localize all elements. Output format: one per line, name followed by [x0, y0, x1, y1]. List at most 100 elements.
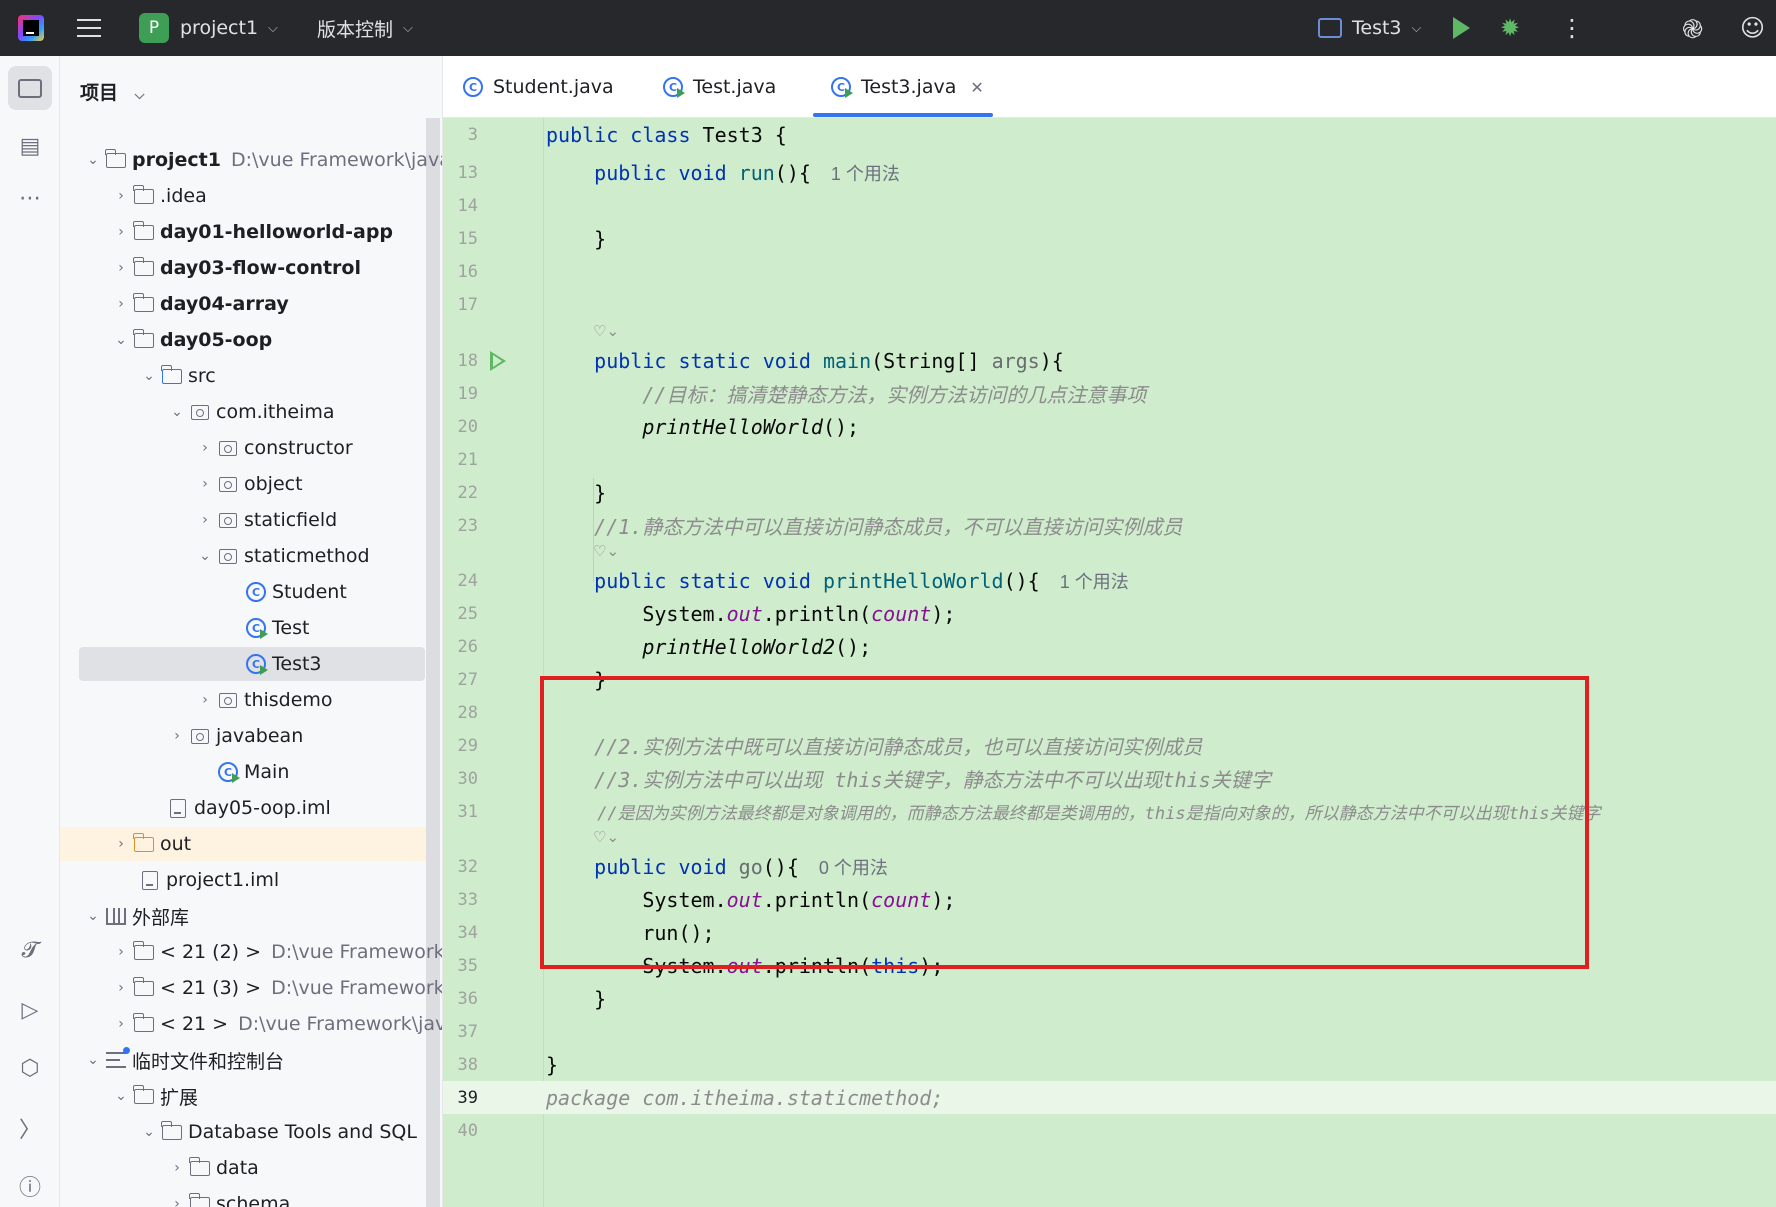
- tree-item-main[interactable]: C Main: [60, 755, 426, 789]
- tree-item-jdk-21-2[interactable]: › < 21 (2) > D:\vue Framework\ja: [60, 935, 442, 969]
- scratches-icon: [104, 1047, 130, 1070]
- tree-item-day01[interactable]: › day01-helloworld-app: [60, 215, 426, 249]
- tree-item-project1-iml[interactable]: project1.iml: [60, 863, 426, 897]
- tree-item-thisdemo[interactable]: › thisdemo: [60, 683, 426, 717]
- tree-item-object[interactable]: › object: [60, 467, 426, 501]
- tree-item-test3[interactable]: C Test3: [79, 647, 425, 681]
- project-tool-button[interactable]: [8, 66, 52, 110]
- more-tools-button[interactable]: ⋯: [8, 176, 52, 220]
- code-text: }: [546, 1052, 559, 1077]
- chevron-right-icon: ›: [202, 476, 208, 492]
- tree-item-path: D:\vue Framework\ja: [271, 977, 443, 999]
- code-line: 38 }: [443, 1048, 1776, 1081]
- vcs-menu[interactable]: 版本控制 ⌵: [317, 0, 413, 56]
- code-text: //目标：搞清楚静态方法，实例方法访问的几点注意事项: [546, 379, 1146, 408]
- line-number: 20: [457, 416, 478, 437]
- tree-item-day04[interactable]: › day04-array: [60, 287, 426, 321]
- chevron-down-icon: ⌄: [171, 404, 183, 420]
- tree-item-label: day01-helloworld-app: [160, 221, 394, 243]
- tree-item-staticfield[interactable]: › staticfield: [60, 503, 426, 537]
- tree-item-label: < 21 >: [160, 1013, 229, 1035]
- terminal-tool-button[interactable]: 〉: [8, 1106, 52, 1150]
- gutter-run-icon[interactable]: [490, 351, 506, 371]
- code-text: System.out.println(count);: [546, 601, 956, 626]
- usage-hint[interactable]: 1 个用法: [1060, 572, 1129, 592]
- file-icon: [166, 798, 190, 818]
- tree-item-schema[interactable]: › schema: [60, 1187, 426, 1207]
- code-line: 17: [443, 288, 1776, 321]
- panel-scrollbar[interactable]: [426, 118, 440, 1207]
- tree-item-external-libraries[interactable]: ⌄ 外部库: [60, 899, 426, 933]
- code-line: 26 printHelloWorld2();: [443, 630, 1776, 663]
- more-actions-button[interactable]: ⋮: [1560, 0, 1584, 56]
- tree-item-jdk-21[interactable]: › < 21 > D:\vue Framework\java\: [60, 1007, 442, 1041]
- tree-item-out[interactable]: › out: [60, 827, 426, 861]
- build-tool-button[interactable]: 𝓣: [8, 928, 52, 972]
- structure-tool-button[interactable]: ▤: [8, 124, 52, 168]
- code-line: 16: [443, 255, 1776, 288]
- line-number: 15: [457, 228, 478, 249]
- tree-item-label: .idea: [160, 185, 207, 207]
- module-folder-icon: [104, 148, 128, 170]
- problems-tool-button[interactable]: ⓘ: [8, 1164, 52, 1207]
- chevron-right-icon: ›: [118, 188, 124, 204]
- tree-item-day03[interactable]: › day03-flow-control: [60, 251, 426, 285]
- intellij-logo-icon[interactable]: [18, 15, 44, 41]
- line-number: 38: [457, 1054, 478, 1075]
- tree-item-staticmethod[interactable]: ⌄ staticmethod: [60, 539, 426, 573]
- run-tool-button[interactable]: ▷: [8, 988, 52, 1032]
- tree-item-jdk-21-3[interactable]: › < 21 (3) > D:\vue Framework\ja: [60, 971, 442, 1005]
- tree-item-label: 外部库: [132, 906, 190, 929]
- tree-item-scratches[interactable]: ⌄ 临时文件和控制台: [60, 1043, 426, 1077]
- tab-student-java[interactable]: C Student.java: [463, 56, 614, 118]
- tab-label: Student.java: [493, 76, 614, 98]
- run-config-selector[interactable]: Test3 ⌵: [1318, 0, 1421, 56]
- close-icon[interactable]: ✕: [970, 78, 983, 97]
- folder-icon: [188, 1156, 212, 1178]
- tree-item-day05-iml[interactable]: day05-oop.iml: [60, 791, 426, 825]
- project-badge[interactable]: P: [139, 13, 169, 43]
- folder-icon: [132, 1084, 156, 1106]
- tree-item-extensions[interactable]: ⌄ 扩展: [60, 1079, 426, 1113]
- project-panel-header[interactable]: 项目 ⌵: [80, 78, 145, 105]
- title-bar: P project1 ⌵ 版本控制 ⌵ Test3 ⌵ ✹ ⋮ ֎ ☺: [0, 0, 1776, 56]
- sdk-folder-icon: [132, 1012, 156, 1034]
- run-button[interactable]: [1453, 0, 1470, 56]
- tree-item-data[interactable]: › data: [60, 1151, 426, 1185]
- tree-item-com-itheima[interactable]: ⌄ com.itheima: [60, 395, 426, 429]
- tree-item-database-tools[interactable]: ⌄ Database Tools and SQL: [60, 1115, 426, 1149]
- tree-item-project1[interactable]: ⌄ project1 D:\vue Framework\java\c: [60, 143, 442, 177]
- line-number: 21: [457, 449, 478, 470]
- chevron-right-icon: ›: [118, 296, 124, 312]
- chevron-right-icon: ›: [118, 836, 124, 852]
- chevron-right-icon: ›: [118, 224, 124, 240]
- main-menu-icon[interactable]: [76, 0, 102, 56]
- ai-hint-icon[interactable]: ♡⌄: [593, 542, 619, 560]
- line-number: 13: [457, 162, 478, 183]
- tree-item-test[interactable]: C Test: [60, 611, 426, 645]
- tab-test3-java[interactable]: C Test3.java ✕: [831, 56, 984, 118]
- run-outline-icon: ▷: [21, 997, 39, 1023]
- debug-button[interactable]: ✹: [1500, 0, 1520, 56]
- tree-item-src[interactable]: ⌄ src: [60, 359, 426, 393]
- tab-test-java[interactable]: C Test.java: [663, 56, 776, 118]
- add-user-button[interactable]: ☺: [1740, 0, 1765, 56]
- code-text: public class Test3 {: [546, 122, 787, 147]
- tree-item-day05[interactable]: ⌄ day05-oop: [60, 323, 426, 357]
- tree-item-javabean[interactable]: › javabean: [60, 719, 426, 753]
- tree-item-label: 扩展: [160, 1086, 199, 1109]
- code-editor[interactable]: 3 public class Test3 { 13 public void ru…: [443, 118, 1776, 1207]
- person-plus-icon: ☺: [1740, 14, 1766, 42]
- tree-item-idea[interactable]: › .idea: [60, 179, 426, 213]
- active-tab-indicator: [813, 113, 993, 117]
- code-line: 3 public class Test3 {: [443, 118, 1776, 151]
- tree-item-label: day04-array: [160, 293, 289, 315]
- usage-hint[interactable]: 1 个用法: [831, 164, 900, 184]
- tree-item-constructor[interactable]: › constructor: [60, 431, 426, 465]
- tree-item-label: day05-oop: [160, 329, 273, 351]
- services-tool-button[interactable]: ⬡: [8, 1046, 52, 1090]
- tree-item-student[interactable]: C Student: [60, 575, 426, 609]
- project-selector[interactable]: project1 ⌵: [180, 0, 278, 56]
- ai-hint-icon[interactable]: ♡⌄: [593, 322, 619, 340]
- ai-assistant-button[interactable]: ֎: [1682, 0, 1703, 56]
